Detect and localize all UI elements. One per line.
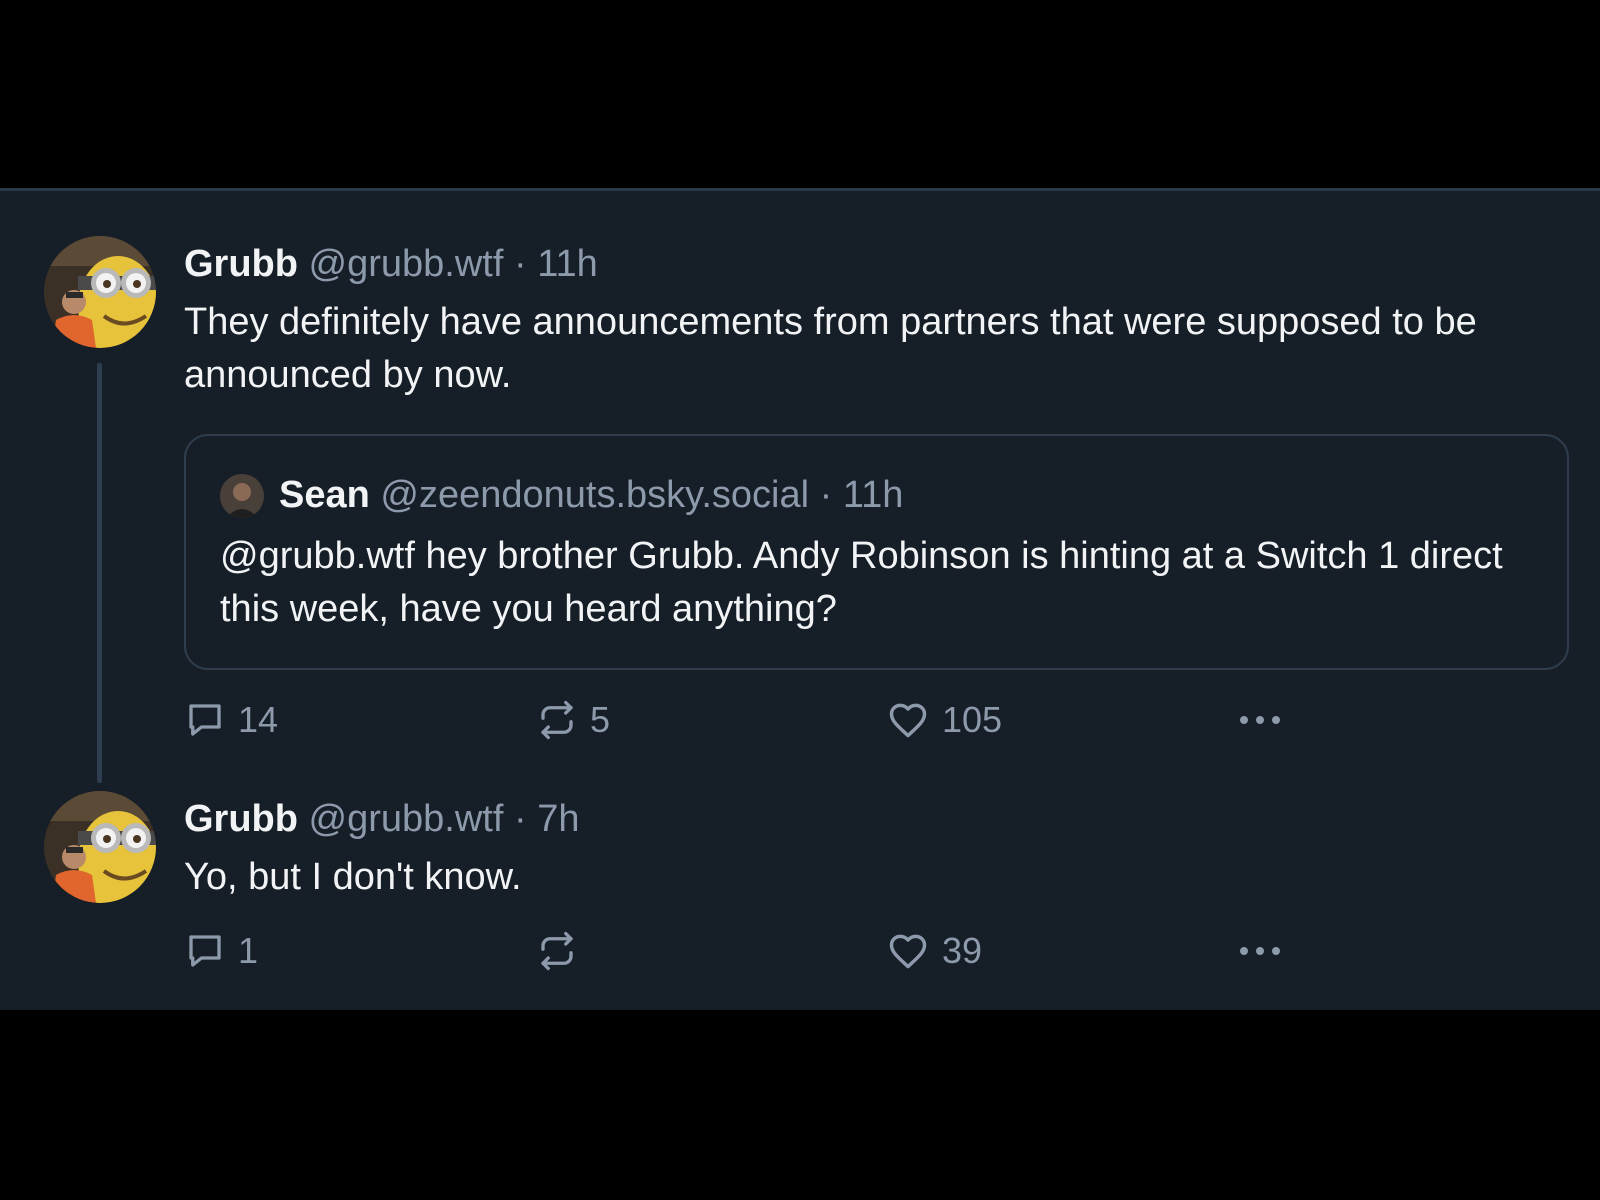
reply-button[interactable]: 1: [184, 928, 258, 974]
separator-dot: ·: [819, 474, 833, 516]
post-actions: 14 5 105: [184, 697, 1304, 743]
post-2[interactable]: Grubb @grubb.wtf · 7h Yo, but I don't kn…: [0, 781, 1600, 1013]
quote-header: Sean @zeendonuts.bsky.social · 11h: [279, 472, 903, 518]
repost-arrows-icon: [536, 699, 578, 741]
quoted-post[interactable]: Sean @zeendonuts.bsky.social · 11h @grub…: [184, 434, 1569, 670]
repost-count: 5: [590, 699, 611, 740]
post-time[interactable]: 11h: [537, 243, 598, 285]
post-1[interactable]: Grubb @grubb.wtf · 11h They definitely h…: [0, 191, 1600, 783]
post-header: Grubb @grubb.wtf · 7h: [184, 796, 580, 842]
avatar[interactable]: [44, 236, 156, 348]
speech-bubble-icon: [184, 699, 226, 741]
quote-text: @grubb.wtf hey brother Grubb. Andy Robin…: [220, 535, 1503, 630]
post-header: Grubb @grubb.wtf · 11h: [184, 241, 598, 287]
reply-button[interactable]: 14: [184, 697, 278, 743]
author-handle[interactable]: @grubb.wtf: [309, 798, 504, 840]
heart-icon: [886, 698, 930, 742]
more-options-button[interactable]: [1236, 697, 1284, 743]
repost-button[interactable]: [536, 928, 590, 974]
author-handle[interactable]: @grubb.wtf: [309, 243, 504, 285]
quote-avatar[interactable]: [220, 474, 264, 518]
quote-author-name[interactable]: Sean: [279, 474, 370, 516]
heart-icon: [886, 929, 930, 973]
separator-dot: ·: [514, 798, 527, 840]
like-count: 39: [942, 930, 983, 971]
author-name[interactable]: Grubb: [184, 798, 298, 840]
post-text: Yo, but I don't know.: [184, 856, 522, 898]
post-actions: 1 39: [184, 928, 1304, 974]
separator-dot: ·: [514, 243, 527, 285]
post-time[interactable]: 7h: [537, 798, 579, 840]
post-text: They definitely have announcements from …: [184, 301, 1477, 396]
repost-button[interactable]: 5: [536, 697, 610, 743]
avatar[interactable]: [44, 791, 156, 903]
thread-line: [97, 363, 102, 783]
ellipsis-icon: [1236, 710, 1284, 730]
like-button[interactable]: 39: [886, 928, 982, 974]
more-options-button[interactable]: [1236, 928, 1284, 974]
thread-card: Grubb @grubb.wtf · 11h They definitely h…: [0, 188, 1600, 1010]
repost-arrows-icon: [536, 930, 578, 972]
reply-count: 14: [238, 699, 279, 740]
reply-count: 1: [238, 930, 259, 971]
author-name[interactable]: Grubb: [184, 243, 298, 285]
speech-bubble-icon: [184, 930, 226, 972]
like-count: 105: [942, 699, 1003, 740]
quote-time[interactable]: 11h: [843, 474, 904, 516]
like-button[interactable]: 105: [886, 697, 1002, 743]
ellipsis-icon: [1236, 941, 1284, 961]
quote-author-handle[interactable]: @zeendonuts.bsky.social: [380, 474, 809, 516]
